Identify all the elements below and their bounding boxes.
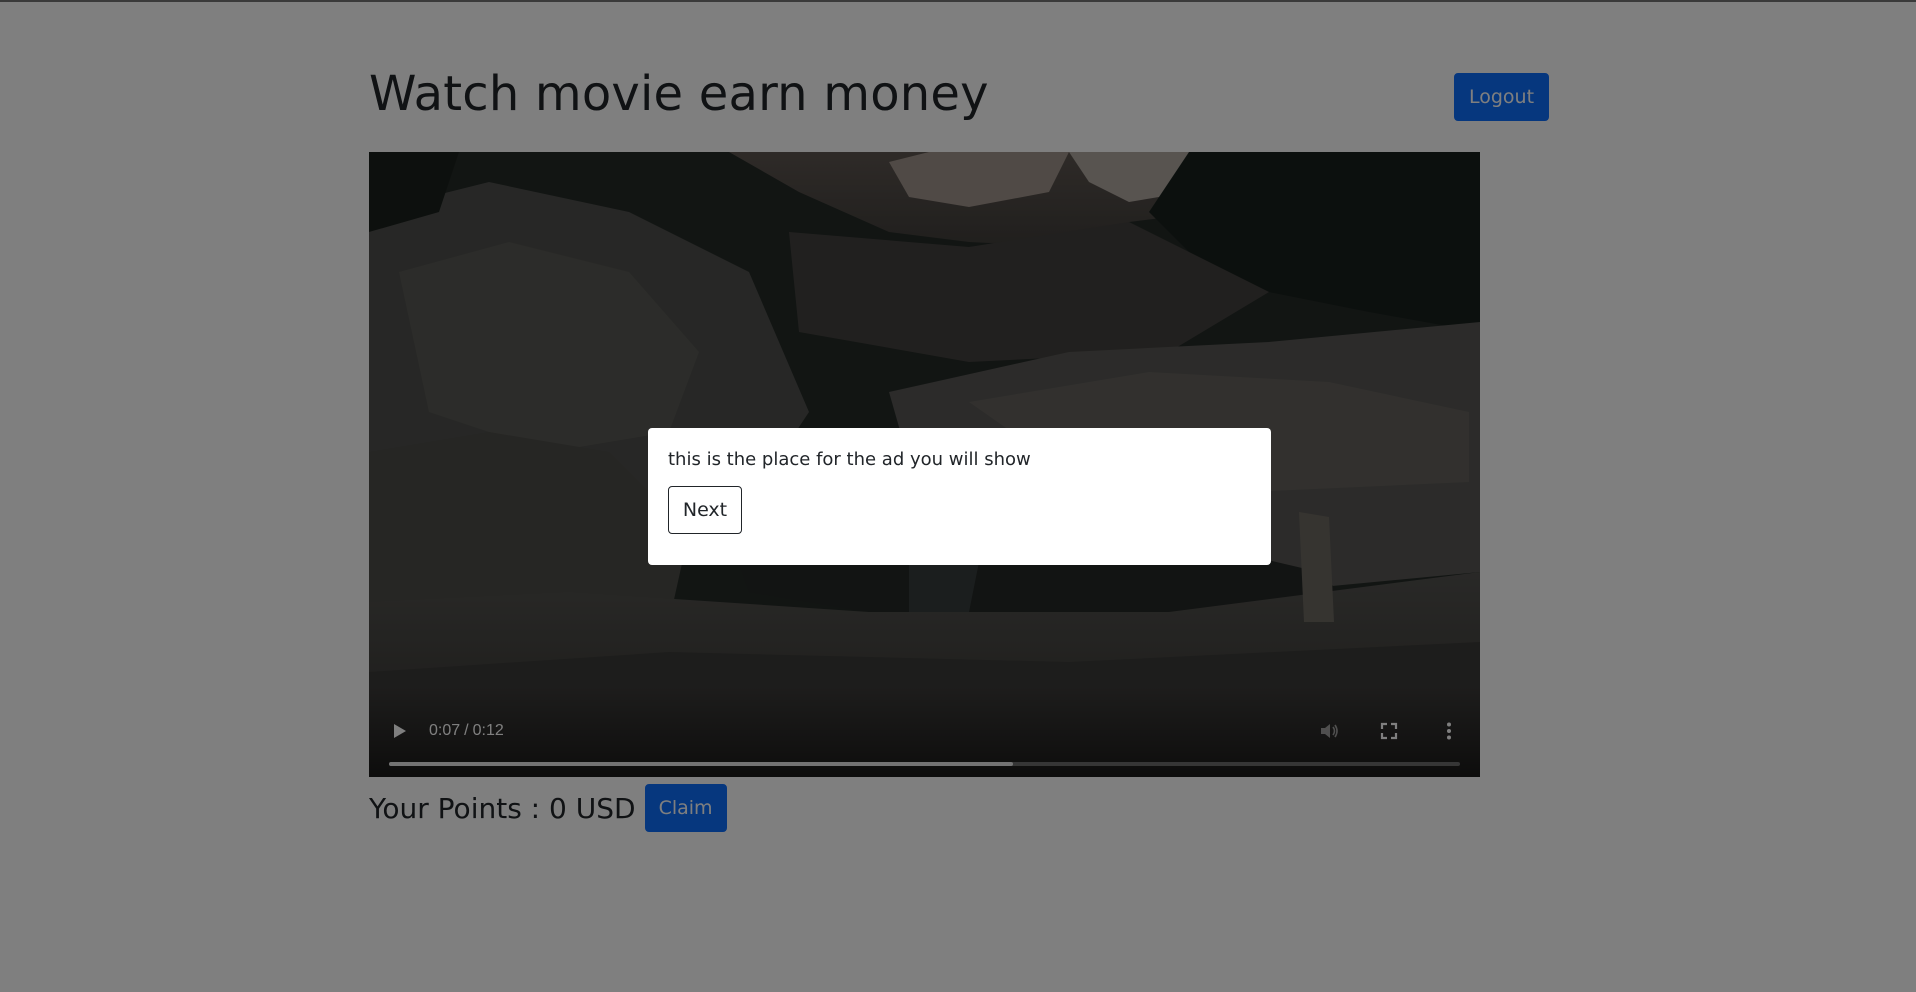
ad-modal: this is the place for the ad you will sh… (648, 428, 1271, 565)
ad-message: this is the place for the ad you will sh… (668, 449, 1031, 470)
next-button[interactable]: Next (668, 486, 742, 534)
top-border (0, 0, 1916, 2)
